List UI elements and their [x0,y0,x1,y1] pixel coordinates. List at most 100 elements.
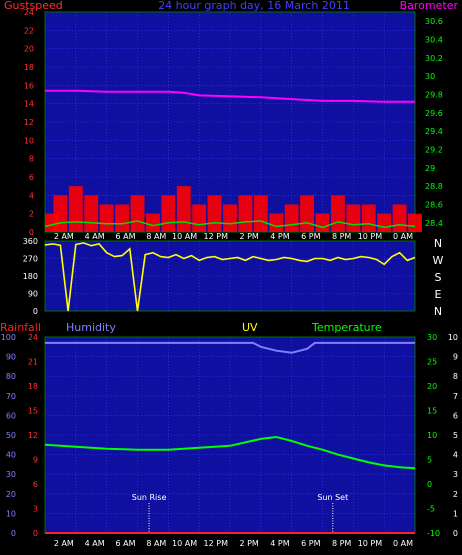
time-tick-label: 6 PM [301,539,320,548]
humidity-tick-label: 20 [6,490,16,499]
time-tick-label: 10 PM [358,539,383,548]
humidity-tick-label: 70 [6,392,16,401]
time-tick-label: 12 PM [204,539,229,548]
time-tick-label: 2 AM [54,232,74,241]
barometer-tick-label: 28.4 [425,219,443,228]
barometer-tick-label: 28.8 [425,182,443,191]
time-tick-label: 6 AM [115,539,135,548]
temperature-tick-label: 20 [427,382,437,391]
time-tick-label: 4 PM [270,232,289,241]
barometer-tick-label: 30.4 [425,36,443,45]
barometer-tick-label: 29.2 [425,146,443,155]
gust-bar [68,186,83,232]
time-tick-label: 2 PM [239,232,258,241]
uv-tick-label: 10 [448,333,458,342]
rainfall-tick-label: 6 [33,480,38,489]
uv-tick-label: 5 [453,431,458,440]
temperature-tick-label: 5 [427,456,432,465]
rainfall-tick-label: 24 [28,333,38,342]
time-tick-label: 2 PM [239,539,258,548]
rainfall-tick-label: 0 [33,529,38,538]
gustspeed-axis-ticks: 242220181614121086420 [24,8,34,237]
temperature-label: Temperature [311,321,382,334]
humidity-tick-label: 100 [1,333,16,342]
gustspeed-tick-label: 8 [29,155,34,164]
wind-direction-axis-ticks: 360 270 180 90 0 [23,237,38,316]
time-tick-label: 8 PM [332,539,351,548]
rainfall-tick-label: 3 [33,505,38,514]
time-tick-label: 10 AM [172,232,197,241]
rainfall-tick-label: 12 [28,431,38,440]
wind-direction-tick-label: 0 [33,307,38,316]
gust-bar [315,213,330,232]
time-tick-label: 0 AM [393,232,413,241]
sunset-label: Sun Set [317,493,348,502]
gust-bar [192,204,207,232]
wind-pressure-panel: 242220181614121086420 30.630.430.23029.8… [4,0,458,241]
rainfall-tick-label: 9 [33,456,38,465]
gust-bar [145,213,160,232]
barometer-tick-label: 30 [425,72,435,81]
lower-panel-header: Rainfall Humidity UV Temperature [0,321,382,334]
time-tick-label: 2 AM [54,539,74,548]
humidity-tick-label: 50 [6,431,16,440]
gust-bar [53,195,68,232]
gust-bar [361,204,376,232]
gustspeed-tick-label: 18 [24,63,34,72]
wind-direction-tick-label: 90 [28,290,38,299]
wind-direction-panel: 360270180900 NWSEN [23,237,444,318]
sunrise-label: Sun Rise [132,493,167,502]
gust-bar [115,204,130,232]
wind-direction-tick-label: 180 [23,272,38,281]
compass-letter: W [433,254,444,267]
gustspeed-tick-label: 20 [24,45,34,54]
compass-letter: E [435,288,442,301]
humidity-label: Humidity [66,321,116,334]
humidity-tick-label: 90 [6,353,16,362]
uv-label: UV [242,321,258,334]
uv-tick-label: 6 [453,411,458,420]
time-tick-label: 8 PM [332,232,351,241]
time-tick-label: 6 PM [301,232,320,241]
time-tick-label: 6 AM [115,232,135,241]
gust-bar [392,204,407,232]
compass-letter: N [434,305,442,318]
wind-direction-plot-area [44,240,416,312]
gustspeed-tick-label: 12 [24,118,34,127]
compass-letter: N [434,237,442,250]
humidity-tick-label: 80 [6,372,16,381]
humidity-tick-label: 10 [6,509,16,518]
gust-bar [346,204,361,232]
humidity-tick-label: 30 [6,470,16,479]
barometer-tick-label: 30.2 [425,54,443,63]
gust-bar [377,213,392,232]
gust-bar [300,195,315,232]
barometer-tick-label: 28.6 [425,201,443,210]
uv-tick-label: 2 [453,490,458,499]
time-tick-label: 10 AM [172,539,197,548]
uv-tick-label: 0 [453,529,458,538]
gust-bar [207,195,222,232]
gust-bar [130,195,145,232]
gustspeed-tick-label: 6 [29,173,34,182]
wind-direction-tick-label: 270 [23,255,38,264]
gustspeed-tick-label: 0 [29,228,34,237]
gust-bar [408,213,422,232]
barometer-label: Barometer [400,0,459,12]
uv-tick-label: 1 [453,509,458,518]
barometer-tick-label: 29.4 [425,127,443,136]
time-tick-label: 4 AM [85,539,105,548]
uv-tick-label: 9 [453,353,458,362]
gust-bar [99,204,114,232]
compass-letters: NWSEN [433,237,444,318]
gustspeed-tick-label: 10 [24,136,34,145]
time-tick-label: 8 AM [146,232,166,241]
time-tick-label: 8 AM [146,539,166,548]
gust-bar [84,195,99,232]
humidity-tick-label: 0 [11,529,16,538]
gustspeed-label: Gustspeed [4,0,63,12]
gust-bar [284,204,299,232]
uv-tick-label: 7 [453,392,458,401]
gust-bar [253,195,268,232]
rainfall-tick-label: 15 [28,407,38,416]
